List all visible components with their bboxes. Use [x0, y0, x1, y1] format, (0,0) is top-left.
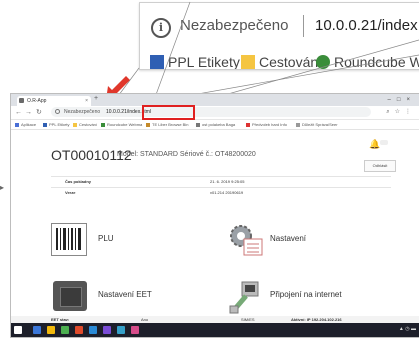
- apps-icon: [15, 123, 19, 127]
- info-icon[interactable]: [55, 109, 60, 114]
- browser-toolbar: ← → ↻ Nezabezpečeno 10.0.0.21/index.html…: [11, 105, 419, 120]
- windows-start-icon[interactable]: [14, 326, 22, 334]
- roundcube-icon: [101, 123, 105, 127]
- chip-icon: [53, 281, 87, 311]
- tile-label: PLU: [98, 234, 114, 243]
- info-table: Čas pokladny 21. 6. 2019 9:25:05 Verze v…: [51, 176, 391, 198]
- taskbar-app-icon[interactable]: [47, 326, 55, 334]
- not-secure-label: Nezabezpečeno: [64, 109, 101, 115]
- notification-badge: [380, 140, 388, 145]
- system-tray[interactable]: ▲ ◷ ▬: [399, 326, 416, 332]
- bookmark-7[interactable]: Důležit Správa/Seer: [296, 120, 338, 129]
- tile-nastaveni[interactable]: Nastavení: [226, 221, 376, 261]
- row-value: v01.214 20190619: [210, 190, 244, 195]
- taskbar-app-icon[interactable]: [89, 326, 97, 334]
- tile-label: Nastavení EET: [98, 290, 152, 299]
- table-row: Verze v01.214 20190619: [51, 187, 391, 198]
- taskbar-app-icon[interactable]: [61, 326, 69, 334]
- tab-favicon-icon: [19, 98, 24, 103]
- page-content: OT00010112 Model: STANDARD Sériové č.: O…: [11, 130, 419, 337]
- taskbar-app-icon[interactable]: [33, 326, 41, 334]
- forward-icon[interactable]: →: [25, 107, 32, 118]
- tile-label: Nastavení: [270, 234, 307, 243]
- bookmark-icon: [296, 123, 300, 127]
- bookmark-roundcube[interactable]: Roundcube Webma: [101, 120, 142, 129]
- browser-tab[interactable]: O.R-App ×: [17, 96, 91, 106]
- tile-nastaveni-eet[interactable]: Nastavení EET: [51, 277, 201, 317]
- close-tab-icon[interactable]: ×: [85, 96, 88, 106]
- active-status: Aktivní: IP 192.204.102.216: [291, 317, 342, 322]
- title-bar: O.R-App × + –□×: [11, 94, 419, 106]
- ppl-icon: [43, 123, 47, 127]
- tile-pripojeni[interactable]: Připojení na internet: [226, 277, 376, 317]
- taskbar-app-icon[interactable]: [75, 326, 83, 334]
- taskbar-app-icon[interactable]: [131, 326, 139, 334]
- bookmark-4[interactable]: TE Liber Browse Bin: [146, 120, 188, 129]
- bookmark-icon: [146, 123, 150, 127]
- bookmark-6[interactable]: Předvoleb hard Info: [246, 120, 287, 129]
- browser-window: O.R-App × + –□× ← → ↻ Nezabezpečeno 10.0…: [10, 93, 419, 338]
- model-line: Model: STANDARD Sériové č.: OT48200020: [117, 151, 256, 158]
- row-value: 21. 6. 2019 9:25:05: [210, 179, 245, 184]
- back-icon[interactable]: ←: [15, 107, 22, 118]
- taskbar-app-icon[interactable]: [117, 326, 125, 334]
- address-bar[interactable]: Nezabezpečeno 10.0.0.21/index.html: [51, 105, 371, 120]
- row-key: Čas pokladny: [65, 179, 92, 184]
- window-controls[interactable]: –□×: [388, 94, 416, 106]
- side-arrow-icon: ▸: [0, 183, 5, 192]
- new-tab-icon[interactable]: +: [94, 95, 98, 102]
- table-row: Čas pokladny 21. 6. 2019 9:25:05: [51, 176, 391, 187]
- reload-icon[interactable]: ↻: [36, 107, 42, 118]
- tab-title: O.R-App: [27, 98, 47, 104]
- bookmark-ppl[interactable]: PPL Etikety: [43, 120, 70, 129]
- url-highlight-box: [142, 105, 195, 120]
- sim-status: SIM/ES: [241, 317, 255, 322]
- bookmark-icon: [196, 123, 200, 127]
- taskbar-app-icon[interactable]: [103, 326, 111, 334]
- status-bar: EET stav: Ano SIM/ES Aktivní: IP 192.204…: [11, 316, 419, 323]
- eet-state-value: Ano: [141, 317, 149, 322]
- toolbar-actions[interactable]: ⌕☆⋮: [386, 107, 416, 118]
- tile-label: Připojení na internet: [270, 290, 342, 299]
- eet-state-label: EET stav:: [51, 317, 70, 322]
- barcode-icon: [51, 223, 87, 256]
- bookmark-icon: [246, 123, 250, 127]
- row-key: Verze: [65, 190, 76, 195]
- taskbar: ▲ ◷ ▬: [11, 323, 419, 337]
- network-cable-icon: [229, 281, 259, 314]
- folder-icon: [73, 123, 77, 127]
- gears-icon: [230, 225, 263, 256]
- tile-plu[interactable]: PLU: [51, 221, 201, 261]
- bookmark-5[interactable]: ost polakeba Baga: [196, 120, 235, 129]
- bell-icon[interactable]: 🔔: [369, 139, 380, 150]
- bookmark-cestovani[interactable]: Cestování: [73, 120, 97, 129]
- logout-button[interactable]: Odhlásit: [364, 160, 396, 172]
- bookmarks-bar: Aplikace PPL Etikety Cestování Roundcube…: [11, 120, 419, 130]
- bookmark-aplikace[interactable]: Aplikace: [15, 120, 36, 129]
